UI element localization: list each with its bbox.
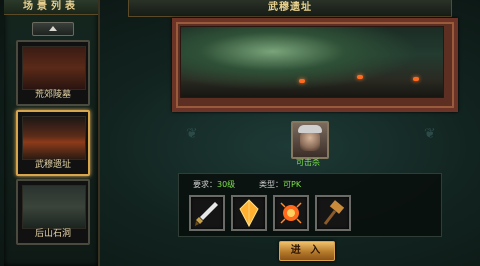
bearded-warrior-portrait[interactable] [291, 121, 329, 159]
scene-list-title: 场景列表 [4, 0, 98, 15]
up-arrow-icon [49, 26, 57, 31]
scene-thumbnail [22, 185, 86, 229]
decor-swirl: ❦ [186, 126, 198, 142]
scene-title: 武穆遗址 [268, 2, 312, 13]
scene-thumbnail [22, 116, 86, 160]
scene-item-tomb[interactable]: 荒郊陵墓 [16, 40, 90, 106]
fire-gem-icon [280, 202, 302, 224]
game-window: 场景列表 荒郊陵墓 武穆遗址 后山石洞 武穆遗址 ❦ ❦ 可击杀 要求：30级 … [0, 0, 480, 266]
reward-slot-fire-gem[interactable] [273, 195, 309, 231]
type-label: 类型： [259, 180, 283, 189]
scene-item-cave[interactable]: 后山石洞 [16, 179, 90, 245]
boss-status: 可击杀 [296, 158, 320, 167]
portrait-helmet [298, 125, 322, 133]
scene-banner [172, 18, 458, 112]
scene-header: 武穆遗址 [128, 0, 452, 17]
dagger-icon [195, 201, 219, 226]
hammer-icon [323, 200, 345, 225]
scene-info-box: 要求：30级 类型：可PK [178, 173, 442, 237]
requirement-value: 30级 [217, 180, 236, 189]
scene-item-label: 后山石洞 [34, 229, 71, 239]
enter-button[interactable]: 进 入 [279, 241, 335, 261]
scene-artwork [180, 26, 444, 98]
requirement-label: 要求： [193, 180, 217, 189]
scroll-up-button[interactable] [32, 22, 74, 36]
fire-glow [299, 79, 305, 83]
reward-slot-crystal[interactable] [231, 195, 267, 231]
fire-glow [413, 77, 419, 81]
scene-item-wumu-ruins[interactable]: 武穆遗址 [16, 110, 90, 176]
decor-swirl: ❦ [424, 126, 436, 142]
type-value: 可PK [283, 180, 302, 189]
reward-slot-dagger[interactable] [189, 195, 225, 231]
scene-item-label: 武穆遗址 [34, 160, 71, 170]
orange-crystal-icon [239, 199, 259, 228]
requirement: 要求：30级 [193, 178, 235, 192]
fire-glow [357, 75, 363, 79]
scene-list-panel: 场景列表 荒郊陵墓 武穆遗址 后山石洞 [4, 0, 100, 266]
reward-slot-hammer[interactable] [315, 195, 351, 231]
scene-type: 类型：可PK [259, 178, 301, 192]
scene-thumbnail [22, 46, 86, 90]
scene-item-label: 荒郊陵墓 [34, 90, 71, 100]
